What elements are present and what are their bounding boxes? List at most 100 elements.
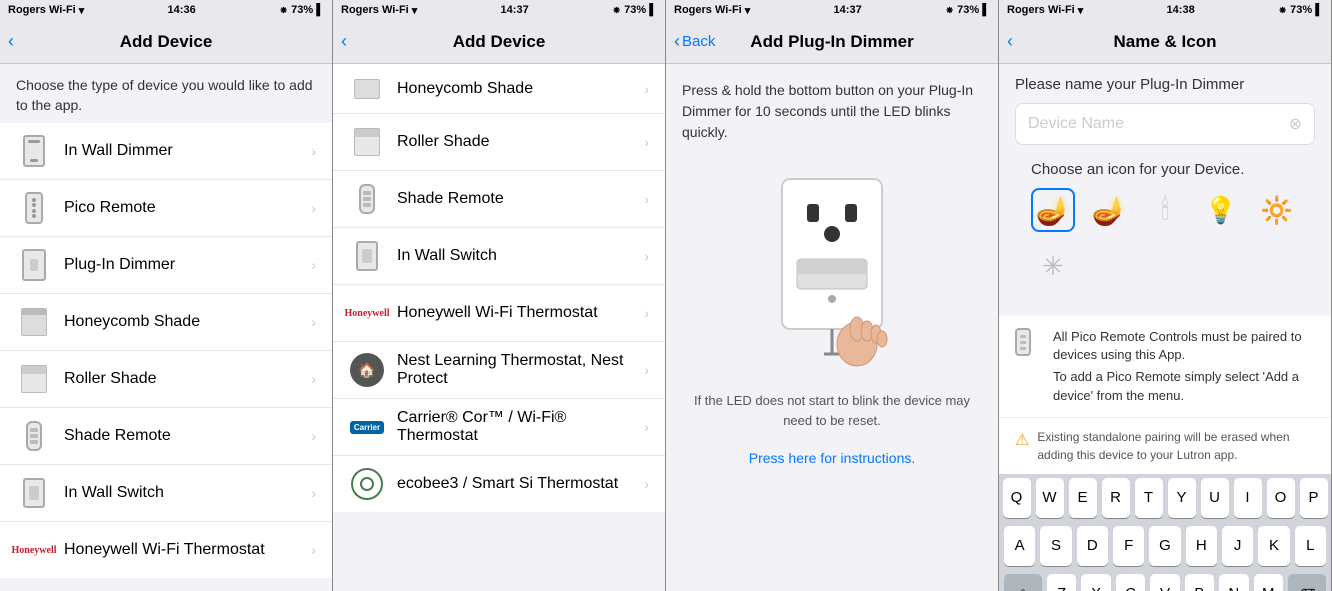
battery-icon-3: ▌ bbox=[982, 4, 990, 16]
key-B[interactable]: B bbox=[1185, 574, 1214, 591]
chevron-honeywell-2: › bbox=[644, 305, 649, 321]
battery-icon: ▌ bbox=[316, 4, 324, 16]
key-F[interactable]: F bbox=[1113, 526, 1144, 566]
nav-title-3: Add Plug-In Dimmer bbox=[750, 32, 913, 52]
key-V[interactable]: V bbox=[1150, 574, 1179, 591]
back-button-2[interactable]: ‹ bbox=[341, 31, 347, 52]
icon-option-arm-lamp[interactable]: 🔆 bbox=[1255, 188, 1299, 232]
list-item-shade-remote-2[interactable]: Shade Remote › bbox=[333, 171, 665, 228]
back-button-3[interactable]: ‹ Back bbox=[674, 31, 715, 52]
list-item-honeywell[interactable]: Honeywell Honeywell Wi-Fi Thermostat › bbox=[0, 522, 332, 578]
list-item-plugin-dimmer[interactable]: Plug-In Dimmer › bbox=[0, 237, 332, 294]
content-2: Honeycomb Shade › Roller Shade › Shade R… bbox=[333, 64, 665, 591]
label-inwall-dimmer: In Wall Dimmer bbox=[64, 142, 311, 160]
key-M[interactable]: M bbox=[1254, 574, 1283, 591]
key-shift[interactable]: ⇧ bbox=[1004, 574, 1042, 591]
chevron-inwall-dimmer: › bbox=[311, 143, 316, 159]
carrier-text-3: Rogers Wi-Fi bbox=[674, 4, 742, 16]
device-image bbox=[666, 159, 998, 379]
icon-option-lamp-blue[interactable]: 🪔 bbox=[1031, 188, 1075, 232]
back-button-4[interactable]: ‹ bbox=[1007, 31, 1013, 52]
key-O[interactable]: O bbox=[1267, 478, 1295, 518]
clear-input-icon[interactable]: ⊗ bbox=[1289, 114, 1302, 134]
list-item-honeywell-2[interactable]: Honeywell Honeywell Wi-Fi Thermostat › bbox=[333, 285, 665, 342]
list-item-ecobee[interactable]: ecobee3 / Smart Si Thermostat › bbox=[333, 456, 665, 512]
key-L[interactable]: L bbox=[1295, 526, 1326, 566]
icon-ecobee bbox=[349, 466, 385, 502]
icon-roller-2 bbox=[349, 124, 385, 160]
key-W[interactable]: W bbox=[1036, 478, 1064, 518]
chevron-honeycomb: › bbox=[311, 314, 316, 330]
key-R[interactable]: R bbox=[1102, 478, 1130, 518]
chevron-carrier: › bbox=[644, 419, 649, 435]
wifi-icon-2: ▾ bbox=[412, 4, 418, 17]
key-T[interactable]: T bbox=[1135, 478, 1163, 518]
icon-option-pendant[interactable]: 💡 bbox=[1199, 188, 1243, 232]
battery-icon-4: ▌ bbox=[1315, 4, 1323, 16]
list-item-roller[interactable]: Roller Shade › bbox=[0, 351, 332, 408]
key-G[interactable]: G bbox=[1149, 526, 1180, 566]
plug-dimmer-svg bbox=[742, 169, 922, 369]
battery-icon-2: ▌ bbox=[649, 4, 657, 16]
back-button-1[interactable]: ‹ bbox=[8, 31, 14, 52]
list-item-inwall-switch[interactable]: In Wall Switch › bbox=[0, 465, 332, 522]
list-item-inwall-switch-2[interactable]: In Wall Switch › bbox=[333, 228, 665, 285]
icon-option-lamp-gray-1[interactable]: 🪔 bbox=[1087, 188, 1131, 232]
list-item-nest[interactable]: 🏠 Nest Learning Thermostat, Nest Protect… bbox=[333, 342, 665, 399]
key-S[interactable]: S bbox=[1040, 526, 1071, 566]
nav-bar-1: ‹ Add Device bbox=[0, 20, 332, 64]
key-Y[interactable]: Y bbox=[1168, 478, 1196, 518]
label-inwall-switch: In Wall Switch bbox=[64, 484, 311, 502]
device-name-field[interactable]: Device Name ⊗ bbox=[1015, 103, 1315, 145]
key-C[interactable]: C bbox=[1116, 574, 1145, 591]
list-item-roller-2[interactable]: Roller Shade › bbox=[333, 114, 665, 171]
key-N[interactable]: N bbox=[1219, 574, 1248, 591]
bt-icon-2: ⁕ bbox=[612, 4, 621, 17]
key-E[interactable]: E bbox=[1069, 478, 1097, 518]
list-item-shade-remote[interactable]: Shade Remote › bbox=[0, 408, 332, 465]
keyboard: Q W E R T Y U I O P A S D F G H J K L bbox=[999, 474, 1331, 591]
list-item-honeycomb[interactable]: Honeycomb Shade › bbox=[0, 294, 332, 351]
list-item-pico[interactable]: Pico Remote › bbox=[0, 180, 332, 237]
device-name-input[interactable]: Device Name bbox=[1028, 115, 1289, 133]
status-bar-1: Rogers Wi-Fi ▾ 14:36 ⁕ 73% ▌ bbox=[0, 0, 332, 20]
key-P[interactable]: P bbox=[1300, 478, 1328, 518]
name-section: Please name your Plug-In Dimmer Device N… bbox=[999, 64, 1331, 308]
nav-bar-4: ‹ Name & Icon bbox=[999, 20, 1331, 64]
key-X[interactable]: X bbox=[1081, 574, 1110, 591]
key-A[interactable]: A bbox=[1004, 526, 1035, 566]
carrier-text-4: Rogers Wi-Fi bbox=[1007, 4, 1075, 16]
key-U[interactable]: U bbox=[1201, 478, 1229, 518]
keyboard-row-2: A S D F G H J K L bbox=[999, 522, 1331, 570]
content-4: Please name your Plug-In Dimmer Device N… bbox=[999, 64, 1331, 591]
list-item-inwall-dimmer[interactable]: In Wall Dimmer › bbox=[0, 123, 332, 180]
list-item-honeycomb-partial[interactable]: Honeycomb Shade › bbox=[333, 64, 665, 114]
status-carrier-3: Rogers Wi-Fi ▾ bbox=[674, 4, 750, 17]
key-H[interactable]: H bbox=[1186, 526, 1217, 566]
key-Z[interactable]: Z bbox=[1047, 574, 1076, 591]
content-3: Press & hold the bottom button on your P… bbox=[666, 64, 998, 591]
press-instructions-link[interactable]: Press here for instructions. bbox=[666, 442, 998, 474]
label-honeywell: Honeywell Wi-Fi Thermostat bbox=[64, 541, 311, 559]
icon-option-branch[interactable]: ✳ bbox=[1031, 244, 1075, 288]
icon-option-floor-lamp[interactable]: 🕯 bbox=[1143, 188, 1187, 232]
content-1: Choose the type of device you would like… bbox=[0, 64, 332, 591]
nav-title-2: Add Device bbox=[453, 32, 546, 52]
chevron-inwall-switch-2: › bbox=[644, 248, 649, 264]
key-backspace[interactable]: ⌫ bbox=[1288, 574, 1326, 591]
battery-text-4: 73% bbox=[1290, 4, 1312, 16]
chevron-honeycomb-2: › bbox=[644, 81, 649, 97]
label-roller-2: Roller Shade bbox=[397, 133, 644, 151]
warning-icon: ⚠ bbox=[1015, 430, 1029, 450]
key-Q[interactable]: Q bbox=[1003, 478, 1031, 518]
label-roller: Roller Shade bbox=[64, 370, 311, 388]
key-J[interactable]: J bbox=[1222, 526, 1253, 566]
wifi-icon: ▾ bbox=[79, 4, 85, 17]
pendant-icon: 💡 bbox=[1205, 195, 1237, 226]
key-I[interactable]: I bbox=[1234, 478, 1262, 518]
pico-note-detail: To add a Pico Remote simply select 'Add … bbox=[1053, 368, 1315, 404]
list-item-carrier[interactable]: Carrier Carrier® Cor™ / Wi-Fi® Thermosta… bbox=[333, 399, 665, 456]
key-K[interactable]: K bbox=[1258, 526, 1289, 566]
status-battery: ⁕ 73% ▌ bbox=[279, 4, 324, 17]
key-D[interactable]: D bbox=[1077, 526, 1108, 566]
